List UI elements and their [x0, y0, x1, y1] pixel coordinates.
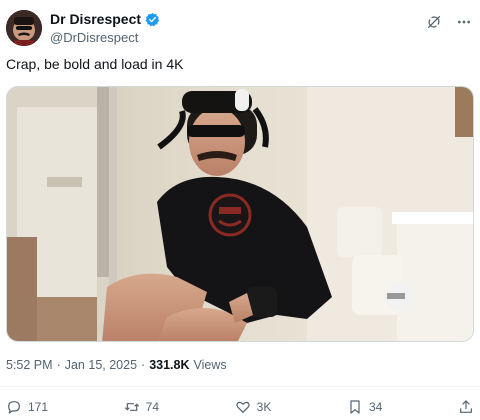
tweet-actions: 171 74 3K 34 — [6, 396, 474, 418]
tweet: Dr Disrespect @DrDisrespect Crap, be bol… — [0, 0, 480, 420]
header-actions — [426, 14, 472, 30]
tweet-media-photo[interactable] — [6, 86, 474, 342]
share-icon — [458, 399, 474, 415]
avatar[interactable] — [6, 10, 42, 46]
retweet-button[interactable]: 74 — [124, 399, 159, 415]
retweet-count: 74 — [145, 400, 160, 414]
reply-count: 171 — [28, 400, 49, 414]
tweet-text: Crap, be bold and load in 4K — [6, 56, 184, 72]
reply-button[interactable]: 171 — [6, 399, 48, 415]
author-handle[interactable]: @DrDisrespect — [50, 30, 160, 45]
author-names: Dr Disrespect @DrDisrespect — [50, 10, 160, 45]
like-count: 3K — [256, 400, 272, 414]
reply-icon — [6, 399, 22, 415]
heart-icon — [235, 399, 251, 415]
tweet-date[interactable]: Jan 15, 2025 — [65, 358, 137, 372]
retweet-icon — [124, 399, 140, 415]
tweet-meta: 5:52 PM · Jan 15, 2025 · 331.8K Views — [6, 358, 227, 372]
bookmark-button[interactable]: 34 — [347, 399, 382, 415]
views-label: Views — [193, 358, 227, 372]
author-display-name[interactable]: Dr Disrespect — [50, 11, 141, 27]
verified-badge-icon — [145, 12, 160, 27]
like-button[interactable]: 3K — [235, 399, 272, 415]
share-button[interactable] — [458, 399, 474, 415]
tweet-time[interactable]: 5:52 PM — [6, 358, 53, 372]
grok-icon[interactable] — [426, 14, 442, 30]
bookmark-icon — [347, 399, 363, 415]
bookmark-count: 34 — [369, 400, 383, 414]
more-icon[interactable] — [456, 14, 472, 30]
meta-separator: · — [56, 358, 61, 372]
divider — [0, 386, 480, 387]
meta-separator: · — [141, 358, 146, 372]
views-count: 331.8K — [149, 358, 190, 372]
tweet-header: Dr Disrespect @DrDisrespect — [6, 8, 474, 48]
